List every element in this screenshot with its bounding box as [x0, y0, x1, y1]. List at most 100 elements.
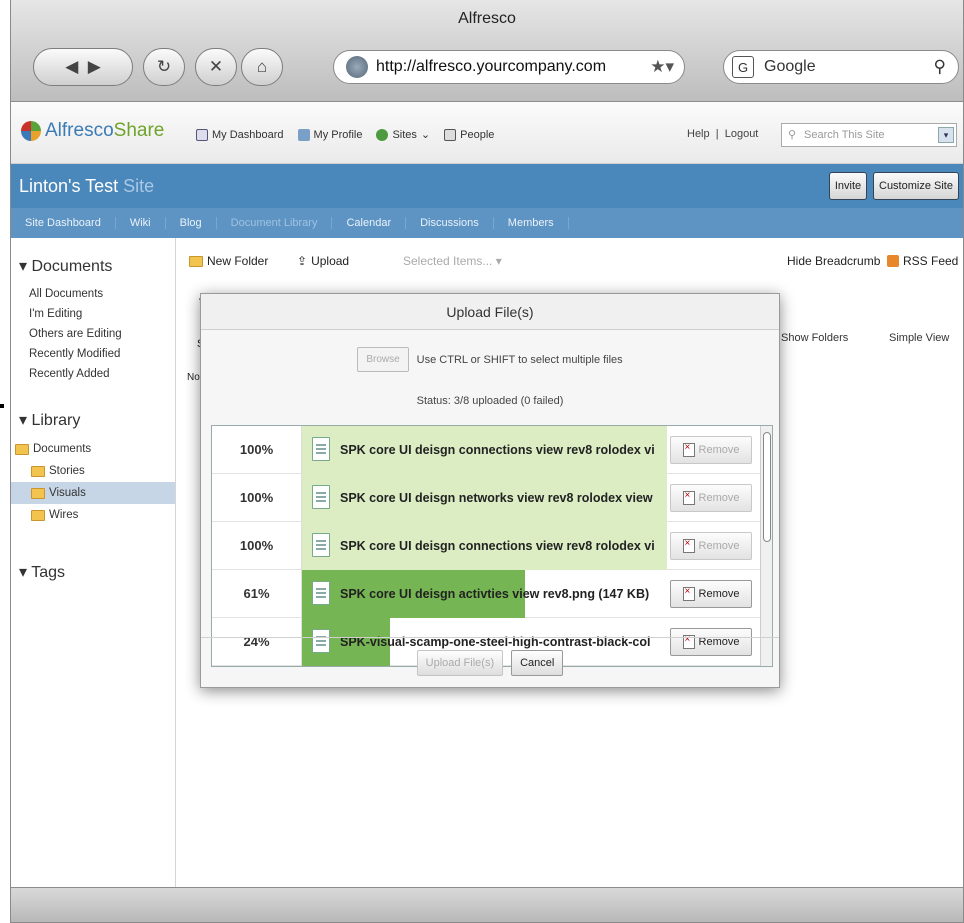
- window-title: Alfresco: [458, 10, 516, 27]
- file-list: 100% SPK core UI deisgn connections view…: [211, 425, 773, 667]
- browser-search-placeholder: Google: [764, 58, 816, 75]
- nav-members[interactable]: Members: [494, 217, 569, 229]
- hide-breadcrumb-link[interactable]: Hide Breadcrumb: [787, 254, 880, 268]
- bookmark-star-icon[interactable]: ★▾: [650, 57, 674, 77]
- nav-document-library[interactable]: Document Library: [217, 217, 333, 229]
- show-folders-link[interactable]: Show Folders: [781, 332, 848, 344]
- rss-feed-link[interactable]: RSS Feed: [887, 254, 958, 268]
- file-icon: [312, 485, 330, 509]
- site-title-main: Linton's Test: [19, 176, 124, 196]
- filter-recently-added[interactable]: Recently Added: [11, 364, 175, 384]
- upload-label: Upload: [311, 254, 350, 268]
- alfresco-logo[interactable]: Alfresco Share: [21, 120, 164, 142]
- people-link[interactable]: People: [444, 128, 494, 141]
- tree-visuals-label: Visuals: [49, 487, 86, 499]
- remove-button[interactable]: Remove: [670, 436, 752, 464]
- selected-items-menu[interactable]: Selected Items... ▾: [403, 254, 502, 268]
- reload-button[interactable]: ↻: [143, 48, 185, 86]
- sites-dropdown-icon[interactable]: ⌄: [421, 128, 430, 141]
- cancel-button[interactable]: Cancel: [511, 649, 564, 676]
- file-name: SPK core UI deisgn connections view rev8…: [340, 539, 655, 553]
- scrollbar-thumb[interactable]: [763, 432, 771, 542]
- file-name: SPK core UI deisgn activties view rev8.p…: [340, 587, 650, 601]
- rss-icon: [887, 255, 899, 267]
- remove-button[interactable]: Remove: [670, 484, 752, 512]
- search-engine-icon[interactable]: G: [732, 56, 754, 78]
- nav-blog[interactable]: Blog: [166, 217, 217, 229]
- my-dashboard-link[interactable]: My Dashboard: [196, 128, 284, 141]
- header-links: My Dashboard My Profile Sites ⌄ People: [196, 128, 494, 141]
- file-row: 100% SPK core UI deisgn connections view…: [212, 522, 760, 570]
- browse-button[interactable]: Browse: [357, 347, 409, 372]
- home-icon: ⌂: [256, 57, 268, 76]
- remove-label: Remove: [698, 444, 740, 456]
- file-name: SPK core UI deisgn networks view rev8 ro…: [340, 491, 653, 505]
- site-search-input[interactable]: ⚲ Search This Site ▾: [781, 123, 957, 147]
- folder-icon: [31, 487, 45, 499]
- back-icon[interactable]: ◀: [65, 57, 78, 77]
- new-folder-button[interactable]: New Folder: [189, 254, 268, 268]
- nav-calendar[interactable]: Calendar: [332, 217, 407, 229]
- nav-discussions[interactable]: Discussions: [406, 217, 494, 229]
- help-logout-links: Help | Logout: [687, 128, 759, 140]
- sites-link[interactable]: Sites ⌄: [376, 128, 430, 141]
- documents-heading[interactable]: ▾ Documents: [11, 256, 175, 276]
- remove-button[interactable]: Remove: [670, 580, 752, 608]
- site-title-bar: Linton's Test Site Invite Customize Site: [11, 164, 963, 208]
- stop-button[interactable]: ✕: [195, 48, 237, 86]
- remove-label: Remove: [698, 540, 740, 552]
- filter-others-editing[interactable]: Others are Editing: [11, 324, 175, 344]
- logo-text-alfresco: Alfresco: [45, 120, 114, 141]
- upload-button[interactable]: ⇪ Upload: [297, 254, 349, 268]
- my-dashboard-label: My Dashboard: [212, 128, 284, 141]
- file-progress-cell: SPK core UI deisgn connections view rev8…: [302, 522, 667, 570]
- simple-view-link[interactable]: Simple View: [889, 332, 949, 344]
- tree-stories-label: Stories: [49, 465, 85, 477]
- file-row: 61% SPK core UI deisgn activties view re…: [212, 570, 760, 618]
- library-heading[interactable]: ▾ Library: [11, 410, 175, 430]
- multi-select-hint: Use CTRL or SHIFT to select multiple fil…: [416, 353, 623, 366]
- tree-stories[interactable]: Stories: [11, 460, 175, 482]
- stray-dot: [0, 404, 4, 408]
- rss-feed-label: RSS Feed: [903, 254, 959, 268]
- search-dropdown-icon[interactable]: ▾: [938, 127, 954, 143]
- file-percent: 100%: [212, 474, 302, 522]
- file-list-scrollbar[interactable]: [760, 426, 772, 666]
- customize-site-button[interactable]: Customize Site: [873, 172, 959, 200]
- upload-status: Status: 3/8 uploaded (0 failed): [416, 395, 564, 407]
- profile-icon: [297, 128, 310, 141]
- invite-button[interactable]: Invite: [829, 172, 867, 200]
- browser-chrome: Alfresco ◀ ▶ ↻ ✕ ⌂ ★▾ G Google ⚲: [11, 0, 963, 102]
- filter-recently-modified[interactable]: Recently Modified: [11, 344, 175, 364]
- filter-im-editing[interactable]: I'm Editing: [11, 304, 175, 324]
- browser-search-bar[interactable]: G Google ⚲: [723, 50, 959, 84]
- filter-all-documents[interactable]: All Documents: [11, 284, 175, 304]
- home-button[interactable]: ⌂: [241, 48, 283, 86]
- new-folder-label: New Folder: [207, 254, 269, 268]
- people-icon: [444, 128, 457, 141]
- sites-icon: [376, 128, 389, 141]
- back-forward-buttons[interactable]: ◀ ▶: [33, 48, 133, 86]
- dashboard-icon: [196, 128, 208, 141]
- help-link[interactable]: Help: [687, 128, 710, 140]
- forward-icon[interactable]: ▶: [88, 57, 101, 77]
- my-profile-link[interactable]: My Profile: [297, 128, 362, 141]
- folder-icon: [31, 465, 45, 477]
- nav-site-dashboard[interactable]: Site Dashboard: [11, 217, 116, 229]
- logout-link[interactable]: Logout: [725, 128, 759, 140]
- upload-files-button[interactable]: Upload File(s): [416, 649, 504, 676]
- tree-visuals[interactable]: Visuals: [11, 482, 175, 504]
- tree-documents[interactable]: Documents: [11, 438, 175, 460]
- remove-button[interactable]: Remove: [670, 532, 752, 560]
- close-icon: ✕: [208, 57, 224, 76]
- search-icon[interactable]: ⚲: [934, 57, 946, 77]
- dialog-footer: Upload File(s) Cancel: [201, 637, 779, 687]
- url-input[interactable]: [376, 58, 636, 76]
- dialog-title: Upload File(s): [201, 294, 779, 330]
- file-percent: 100%: [212, 522, 302, 570]
- tree-wires[interactable]: Wires: [11, 504, 175, 526]
- address-bar[interactable]: ★▾: [333, 50, 685, 84]
- site-title: Linton's Test Site: [19, 176, 154, 197]
- tags-heading[interactable]: ▾ Tags: [11, 562, 175, 582]
- nav-wiki[interactable]: Wiki: [116, 217, 166, 229]
